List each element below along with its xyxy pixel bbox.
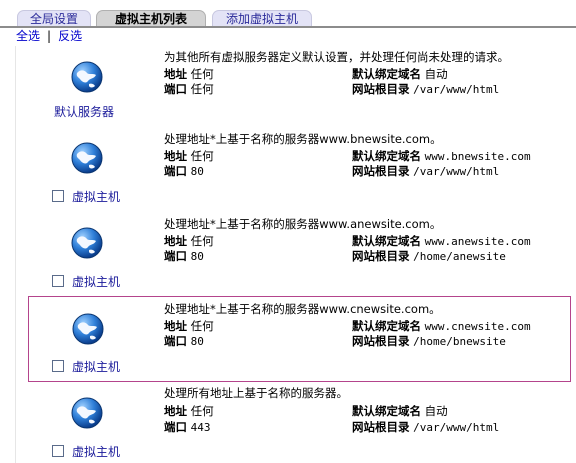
host-name-row: 虚拟主机	[52, 274, 120, 290]
address-field: 地址 任何	[164, 149, 214, 164]
host-checkbox[interactable]	[52, 360, 64, 372]
server-name-value: www.bnewsite.com	[424, 150, 531, 163]
server-name-field: 默认绑定域名 www.anewsite.com	[352, 234, 531, 249]
server-name-label: 默认绑定域名	[352, 149, 421, 163]
host-checkbox[interactable]	[52, 190, 64, 202]
address-value: 任何	[190, 319, 214, 333]
address-label: 地址	[164, 67, 187, 81]
doc-root-label: 网站根目录	[352, 334, 410, 348]
doc-root-label: 网站根目录	[352, 82, 410, 96]
address-value: 任何	[190, 234, 214, 248]
port-field: 端口 80	[164, 249, 204, 264]
server-name-field: 默认绑定域名 自动	[352, 404, 448, 419]
address-value: 任何	[190, 149, 214, 163]
host-name-row: 虚拟主机	[52, 189, 120, 205]
host-name-link[interactable]: 虚拟主机	[72, 190, 120, 204]
host-name-row: 虚拟主机	[52, 359, 120, 375]
doc-root-value: /home/anewsite	[413, 250, 506, 263]
server-globe-icon[interactable]	[70, 60, 104, 94]
address-label: 地址	[164, 404, 187, 418]
server-name-value: 自动	[424, 404, 448, 418]
doc-root-field: 网站根目录 /home/anewsite	[352, 249, 506, 264]
server-globe-icon[interactable]	[70, 141, 104, 175]
server-name-field: 默认绑定域名 www.bnewsite.com	[352, 149, 531, 164]
server-name-field: 默认绑定域名 自动	[352, 67, 448, 82]
doc-root-value: /home/bnewsite	[413, 335, 506, 348]
address-field: 地址 任何	[164, 234, 214, 249]
server-name-value: www.cnewsite.com	[424, 320, 531, 333]
host-description: 处理所有地址上基于名称的服务器。	[164, 386, 348, 400]
server-globe-icon[interactable]	[71, 312, 105, 346]
tab-underline	[0, 26, 576, 28]
doc-root-label: 网站根目录	[352, 164, 410, 178]
port-label: 端口	[164, 82, 187, 96]
port-value: 80	[190, 250, 204, 263]
host-name-link[interactable]: 虚拟主机	[72, 360, 120, 374]
separator: |	[47, 29, 52, 43]
port-field: 端口 443	[164, 420, 211, 435]
host-name-row: 虚拟主机	[52, 444, 120, 460]
address-field: 地址 任何	[164, 319, 214, 334]
doc-root-value: /var/www/html	[413, 83, 500, 96]
doc-root-value: /var/www/html	[413, 165, 500, 178]
host-entry: 虚拟主机 处理地址*上基于名称的服务器www.anewsite.com。 地址 …	[28, 212, 571, 295]
host-name-link[interactable]: 虚拟主机	[72, 275, 120, 289]
port-field: 端口 80	[164, 164, 204, 179]
server-name-label: 默认绑定域名	[352, 234, 421, 248]
address-field: 地址 任何	[164, 404, 214, 419]
port-label: 端口	[164, 164, 187, 178]
server-name-label: 默认绑定域名	[352, 319, 421, 333]
server-name-value: 自动	[424, 67, 448, 81]
host-checkbox[interactable]	[52, 275, 64, 287]
tab-virtual-host-list[interactable]: 虚拟主机列表	[96, 10, 206, 27]
selection-links: 全选 | 反选	[16, 28, 82, 44]
server-globe-icon[interactable]	[70, 396, 104, 430]
address-label: 地址	[164, 319, 187, 333]
address-label: 地址	[164, 234, 187, 248]
host-entry: 虚拟主机 处理所有地址上基于名称的服务器。 地址 任何 端口 443 默认绑定域…	[28, 382, 571, 463]
address-field: 地址 任何	[164, 67, 214, 82]
host-description: 处理地址*上基于名称的服务器www.bnewsite.com。	[164, 132, 442, 146]
server-name-label: 默认绑定域名	[352, 404, 421, 418]
host-description: 处理地址*上基于名称的服务器www.cnewsite.com。	[164, 302, 441, 316]
port-label: 端口	[164, 420, 187, 434]
port-value: 80	[190, 335, 204, 348]
select-all-link[interactable]: 全选	[16, 29, 40, 43]
left-rule	[15, 46, 16, 463]
host-entry: 虚拟主机 处理地址*上基于名称的服务器www.bnewsite.com。 地址 …	[28, 128, 571, 212]
address-label: 地址	[164, 149, 187, 163]
port-value: 任何	[190, 82, 214, 96]
doc-root-field: 网站根目录 /home/bnewsite	[352, 334, 506, 349]
doc-root-field: 网站根目录 /var/www/html	[352, 420, 499, 435]
port-value: 443	[190, 421, 211, 434]
port-field: 端口 任何	[164, 82, 214, 97]
host-name-link[interactable]: 虚拟主机	[72, 445, 120, 459]
doc-root-label: 网站根目录	[352, 420, 410, 434]
address-value: 任何	[190, 67, 214, 81]
server-name-value: www.anewsite.com	[424, 235, 531, 248]
doc-root-label: 网站根目录	[352, 249, 410, 263]
port-value: 80	[190, 165, 204, 178]
host-description: 为其他所有虚拟服务器定义默认设置，并处理任何尚未处理的请求。	[164, 50, 509, 64]
doc-root-value: /var/www/html	[413, 421, 500, 434]
host-checkbox[interactable]	[52, 445, 64, 457]
server-name-label: 默认绑定域名	[352, 67, 421, 81]
server-name-field: 默认绑定域名 www.cnewsite.com	[352, 319, 531, 334]
host-name-link[interactable]: 默认服务器	[54, 104, 114, 120]
tab-add-virtual-host[interactable]: 添加虚拟主机	[212, 10, 312, 27]
host-entry-selected: 虚拟主机 处理地址*上基于名称的服务器www.cnewsite.com。 地址 …	[28, 296, 571, 382]
invert-selection-link[interactable]: 反选	[58, 29, 82, 43]
address-value: 任何	[190, 404, 214, 418]
port-label: 端口	[164, 249, 187, 263]
port-label: 端口	[164, 334, 187, 348]
port-field: 端口 80	[164, 334, 204, 349]
doc-root-field: 网站根目录 /var/www/html	[352, 82, 499, 97]
tab-global-settings[interactable]: 全局设置	[17, 10, 91, 27]
host-entry-default: 默认服务器 为其他所有虚拟服务器定义默认设置，并处理任何尚未处理的请求。 地址 …	[28, 46, 571, 128]
doc-root-field: 网站根目录 /var/www/html	[352, 164, 499, 179]
tab-bar: 全局设置 虚拟主机列表 添加虚拟主机	[0, 0, 576, 28]
server-globe-icon[interactable]	[70, 226, 104, 260]
host-description: 处理地址*上基于名称的服务器www.anewsite.com。	[164, 217, 442, 231]
